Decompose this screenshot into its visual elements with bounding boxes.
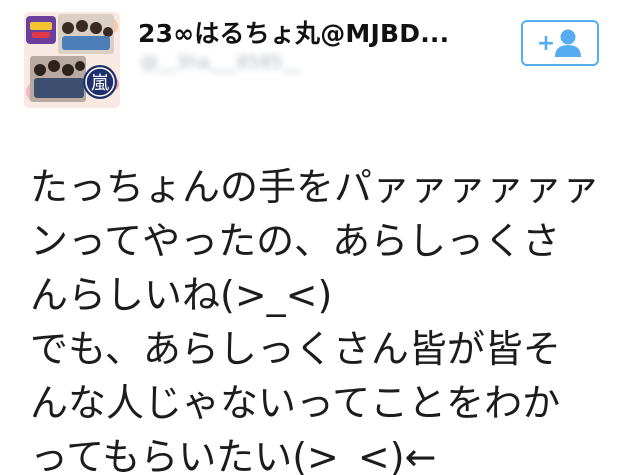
- plus-glyph: +: [537, 31, 555, 56]
- tweet-line: でも、あらしっくさん皆が皆そ: [30, 327, 561, 371]
- tweet-header: 嵐 23∞はるちょ丸@MJBD... @__3ha___8585__ +: [0, 0, 622, 120]
- tweet-line: たっちょんの手をパァァァァァァ: [30, 165, 601, 209]
- profile-avatar[interactable]: 嵐: [24, 12, 120, 108]
- screen-name[interactable]: @__3ha___8585__: [140, 52, 301, 73]
- tweet-line: んな人じゃないってことをわか: [30, 381, 561, 425]
- tweet-line: ンってやったの、あらしっくさ: [30, 219, 561, 263]
- follow-user-icon: +: [537, 29, 581, 57]
- avatar-image: 嵐: [24, 12, 120, 108]
- tweet-text: たっちょんの手をパァァァァァァ ンってやったの、あらしっくさ んらしいね(>_<…: [30, 160, 620, 475]
- follow-button[interactable]: +: [521, 20, 599, 66]
- tweet-line: ってもらいたい(>_<)←: [30, 435, 437, 475]
- avatar-logo-text: 嵐: [91, 73, 109, 94]
- display-name[interactable]: 23∞はるちょ丸@MJBD...: [138, 14, 449, 50]
- tweet-line: んらしいね(>_<): [30, 273, 333, 317]
